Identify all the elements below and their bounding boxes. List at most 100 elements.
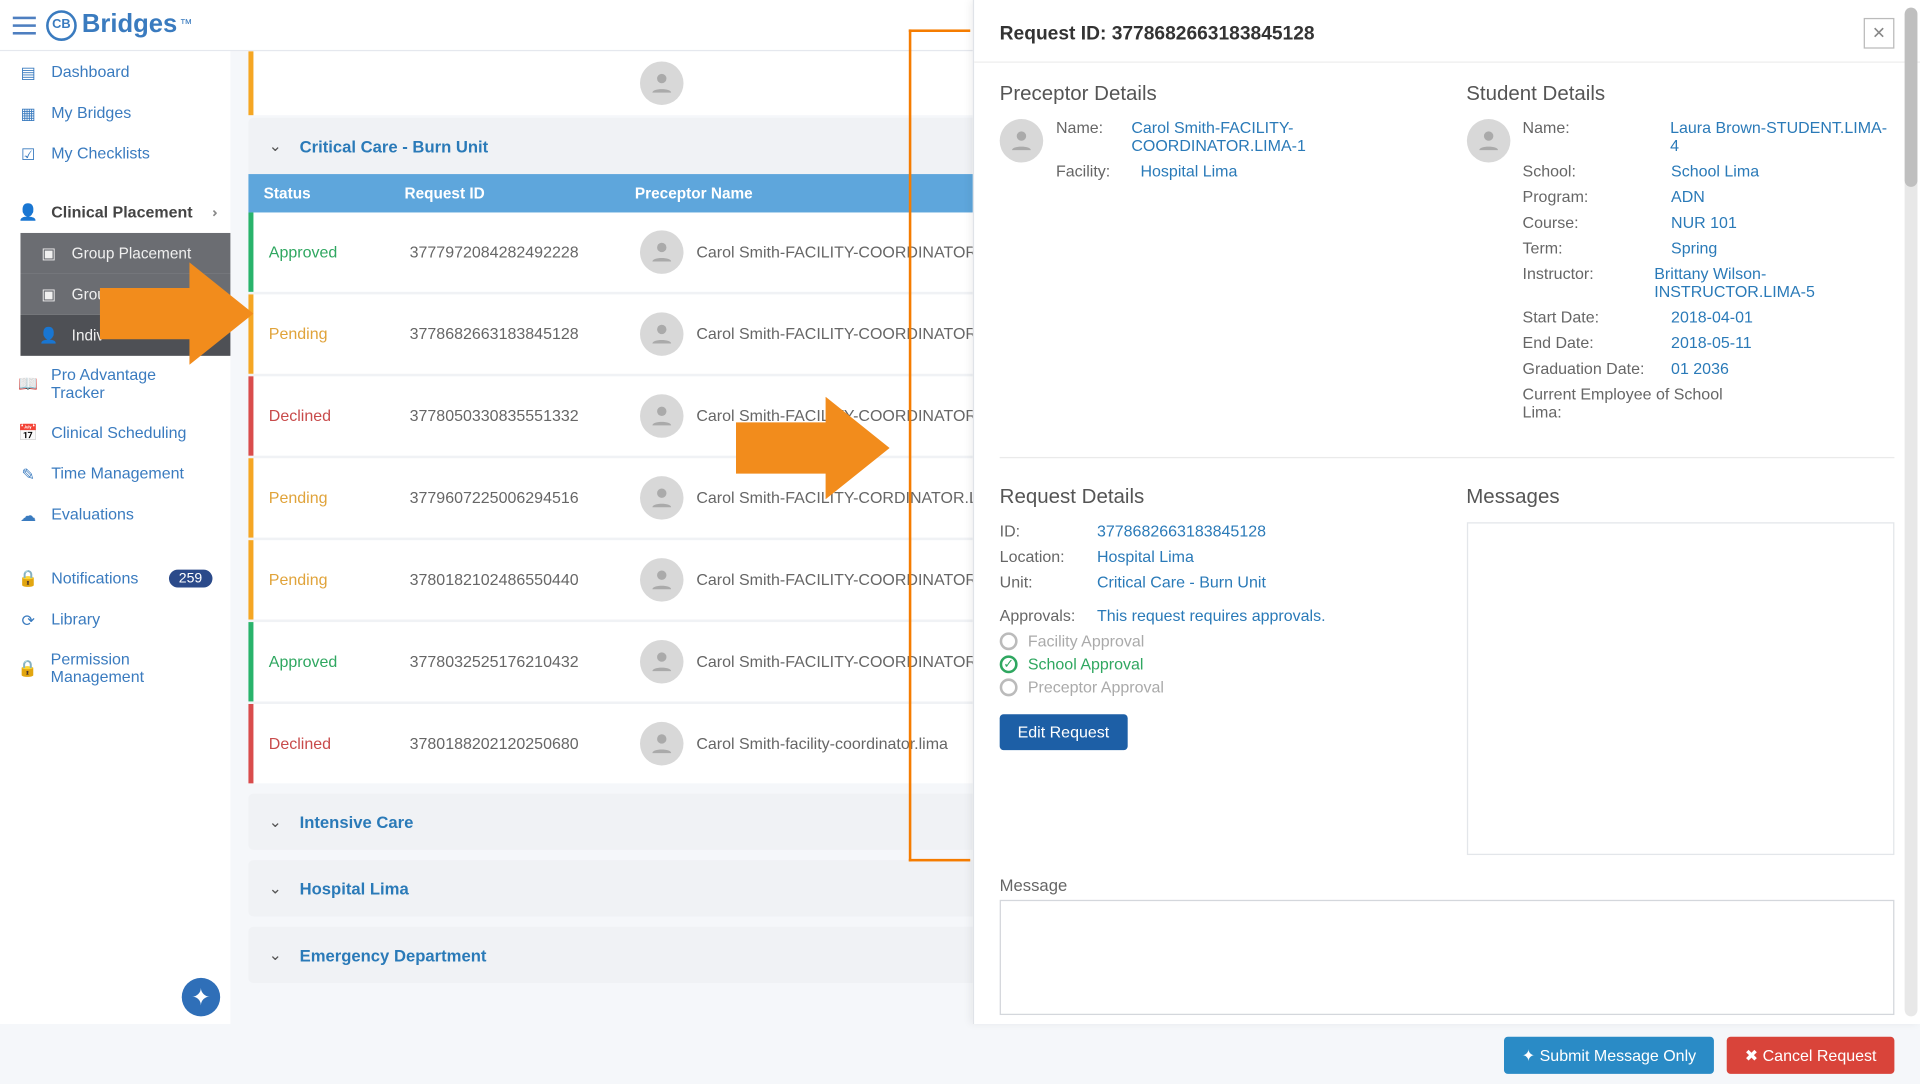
- cell-request-id: 3780188202120250680: [410, 735, 640, 753]
- col-head-status: Status: [264, 184, 405, 202]
- messages-area[interactable]: [1466, 522, 1894, 855]
- nav-dashboard[interactable]: ▤ Dashboard: [0, 51, 230, 92]
- edit-request-button[interactable]: Edit Request: [1000, 714, 1127, 750]
- unit-name: Emergency Department: [300, 945, 487, 964]
- value-link[interactable]: ADN: [1671, 188, 1705, 206]
- avatar-icon: [640, 312, 684, 356]
- chevron-down-icon[interactable]: ⌄: [269, 813, 282, 831]
- value-link[interactable]: Hospital Lima: [1140, 163, 1237, 181]
- label: Unit:: [1000, 573, 1090, 591]
- label: Location:: [1000, 548, 1090, 566]
- value-link[interactable]: Critical Care - Burn Unit: [1097, 573, 1266, 591]
- nav-individual[interactable]: 👤 Indiv: [20, 315, 230, 356]
- avatar-icon: [640, 230, 684, 274]
- value-link[interactable]: 2018-05-11: [1671, 334, 1752, 352]
- nav-library[interactable]: ⟳ Library: [0, 599, 230, 640]
- close-button[interactable]: ✕: [1864, 18, 1895, 49]
- avatar-icon: [640, 558, 684, 602]
- nav-label: Group Placement: [72, 244, 192, 262]
- avatar-icon: [640, 394, 684, 438]
- value-link[interactable]: School Lima: [1671, 163, 1759, 181]
- divider: [1000, 457, 1895, 458]
- nav-scheduling[interactable]: 📅 Clinical Scheduling: [0, 412, 230, 453]
- group-icon: ▣: [38, 284, 58, 304]
- nav-evaluations[interactable]: ☁ Evaluations: [0, 494, 230, 535]
- radio-empty-icon: [1000, 632, 1018, 650]
- avatar-icon: [640, 61, 684, 105]
- calendar-icon: 📅: [18, 422, 38, 442]
- cell-request-id: 3780182102486550440: [410, 571, 640, 589]
- value-link[interactable]: 01 2036: [1671, 360, 1729, 378]
- section-title: Request Details: [1000, 486, 1428, 509]
- label: Term:: [1523, 239, 1664, 257]
- nav-label: Library: [51, 611, 100, 629]
- value-link[interactable]: Carol Smith-FACILITY-COORDINATOR.LIMA-1: [1131, 119, 1428, 155]
- scrollbar-thumb[interactable]: [1905, 8, 1918, 187]
- nav-group-placement-2[interactable]: ▣ Group Placement: [20, 274, 230, 315]
- nav-label: Clinical Placement: [51, 204, 192, 222]
- nav-clinical-placement[interactable]: 👤 Clinical Placement ⌃: [0, 192, 230, 233]
- notifications-badge: 259: [169, 570, 213, 588]
- label: Program:: [1523, 188, 1664, 206]
- label: Name:: [1056, 119, 1124, 137]
- label: ID:: [1000, 522, 1090, 540]
- cloud-icon: ☁: [18, 504, 38, 524]
- chevron-down-icon[interactable]: ⌄: [269, 137, 282, 155]
- cell-status: Declined: [269, 407, 410, 425]
- checklist-icon: ☑: [18, 143, 38, 163]
- value-link[interactable]: Spring: [1671, 239, 1717, 257]
- avatar-icon: [640, 476, 684, 520]
- fab-add-button[interactable]: ✦: [182, 978, 220, 1016]
- nav-mybridges[interactable]: ▦ My Bridges: [0, 92, 230, 133]
- avatar-icon: [1000, 119, 1044, 163]
- nav-permission[interactable]: 🔒 Permission Management: [0, 640, 230, 696]
- avatar-icon: [640, 640, 684, 684]
- cell-request-id: 3777972084282492228: [410, 243, 640, 261]
- request-detail-panel: Request ID: 3778682663183845128 ✕ Precep…: [973, 0, 1920, 1024]
- nav-label: Group Placement: [72, 285, 192, 303]
- close-icon: ✕: [1872, 23, 1886, 43]
- value-link[interactable]: Laura Brown-STUDENT.LIMA-4: [1670, 119, 1894, 155]
- nav-notifications[interactable]: 🔒 Notifications 259: [0, 558, 230, 599]
- message-label: Message: [1000, 876, 1895, 895]
- section-title: Messages: [1466, 486, 1894, 509]
- brand[interactable]: CB Bridges ™: [46, 10, 193, 41]
- request-details: Request Details ID: 3778682663183845128 L…: [1000, 486, 1428, 855]
- library-icon: ⟳: [18, 609, 38, 629]
- menu-icon[interactable]: [13, 16, 36, 34]
- label: Name:: [1523, 119, 1663, 137]
- chevron-down-icon: ⌃: [203, 207, 217, 218]
- chevron-down-icon[interactable]: ⌄: [269, 946, 282, 964]
- unit-name: Critical Care - Burn Unit: [300, 136, 489, 155]
- chevron-down-icon[interactable]: ⌄: [269, 879, 282, 897]
- cell-request-id: 3779607225006294516: [410, 489, 640, 507]
- approval-facility: Facility Approval: [1000, 632, 1428, 650]
- person-icon: 👤: [38, 325, 58, 345]
- nav-label: Evaluations: [51, 506, 134, 524]
- nav-label: Time Management: [51, 465, 184, 483]
- brand-name: Bridges: [82, 10, 177, 39]
- nav-time-management[interactable]: ✎ Time Management: [0, 453, 230, 494]
- submit-message-button[interactable]: ✦ Submit Message Only: [1504, 1037, 1714, 1074]
- nav-clinical-sub: ▣ Group Placement ▣ Group Placement 👤 In…: [0, 233, 230, 356]
- unit-name: Hospital Lima: [300, 879, 409, 898]
- nav-group-placement-1[interactable]: ▣ Group Placement: [20, 233, 230, 274]
- brand-logo-icon: CB: [46, 10, 77, 41]
- nav-checklists[interactable]: ☑ My Checklists: [0, 133, 230, 174]
- panel-footer: ✦ Submit Message Only ✖ Cancel Request: [974, 1027, 1920, 1084]
- value-link[interactable]: 3778682663183845128: [1097, 522, 1266, 540]
- value-link[interactable]: Brittany Wilson-INSTRUCTOR.LIMA-5: [1654, 265, 1894, 301]
- cell-status: Pending: [269, 489, 410, 507]
- cell-request-id: 3778682663183845128: [410, 325, 640, 343]
- nav-label: Clinical Scheduling: [51, 424, 186, 442]
- value-link[interactable]: This request requires approvals.: [1097, 607, 1326, 625]
- messages-section: Messages: [1466, 486, 1894, 855]
- cancel-request-button[interactable]: ✖ Cancel Request: [1727, 1037, 1895, 1074]
- nav-pro-tracker[interactable]: 📖 Pro Advantage Tracker: [0, 356, 230, 412]
- preceptor-details: Preceptor Details Name:Carol Smith-FACIL…: [1000, 83, 1428, 429]
- value-link[interactable]: NUR 101: [1671, 214, 1737, 232]
- value-link[interactable]: Hospital Lima: [1097, 548, 1194, 566]
- value-link[interactable]: 2018-04-01: [1671, 308, 1753, 326]
- message-textarea[interactable]: [1000, 900, 1895, 1015]
- nav-label: My Checklists: [51, 145, 150, 163]
